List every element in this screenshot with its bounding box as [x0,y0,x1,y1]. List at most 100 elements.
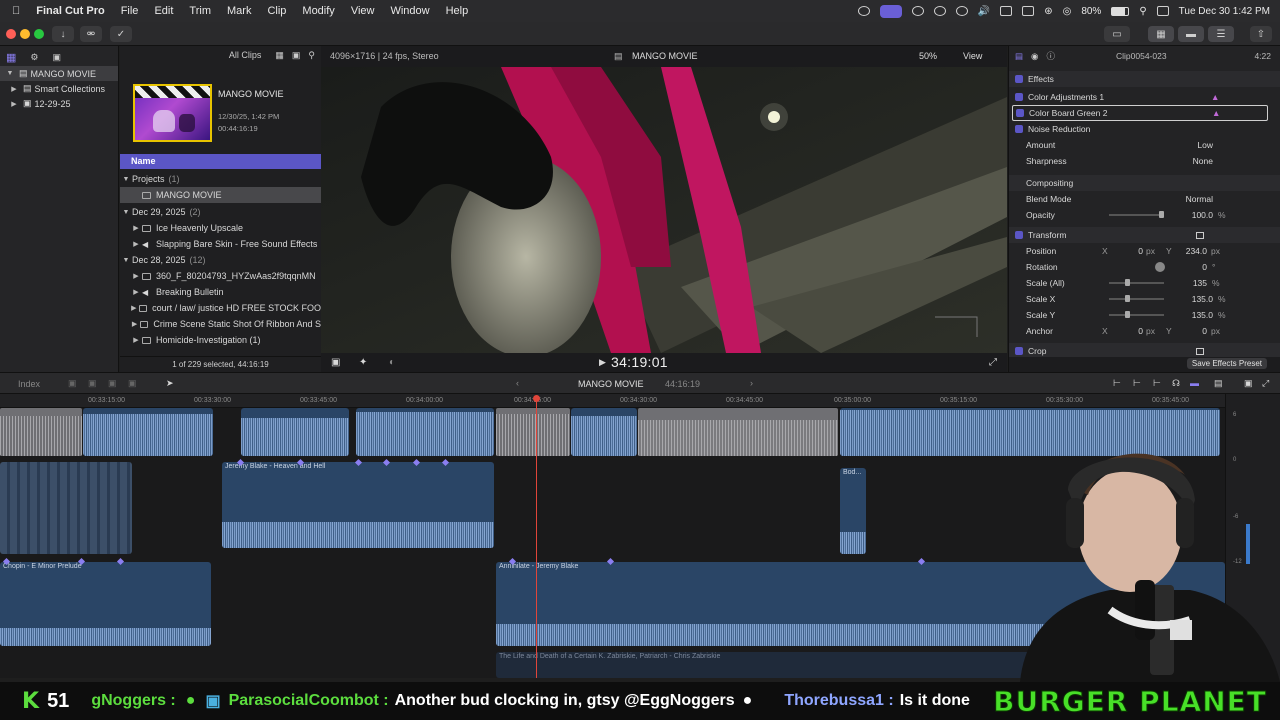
effect-checkbox[interactable] [1015,93,1023,101]
library-item-smart-collections[interactable]: ▶ ▤ Smart Collections [0,81,118,96]
storyline-clip[interactable] [638,408,838,456]
wifi-icon[interactable]: ◎ [1063,6,1072,17]
transform-section[interactable]: Transform [1009,227,1280,243]
opacity-slider[interactable] [1109,214,1164,216]
scale-y-value[interactable]: 135.0 [1179,310,1213,320]
layout-timeline-button[interactable]: ▬ [1178,26,1204,42]
menu-help[interactable]: Help [438,5,477,17]
clip-filter-menu[interactable]: All Clips [229,50,262,60]
share-window-button[interactable]: ▭ [1104,26,1130,42]
menu-mark[interactable]: Mark [219,5,259,17]
speed-icon[interactable]: ◐ [389,357,395,368]
overwrite-clip-icon[interactable]: ▣ [128,378,137,389]
back-arrow-icon[interactable]: ‹ [516,378,519,388]
rotation-dial[interactable] [1155,262,1165,272]
disclosure-open-icon[interactable]: ▼ [120,257,132,264]
video-inspector-icon[interactable]: ▤ [1015,51,1023,62]
insert-clip-icon[interactable]: ▣ [88,378,97,389]
zoom-button[interactable] [34,29,44,39]
disclosure-closed-icon[interactable]: ▶ [130,224,142,232]
select-tool-icon[interactable]: ➤ [166,378,174,389]
clip-appearance-icon[interactable]: ▤ [1214,378,1223,389]
layout-library-button[interactable]: ▦ [1148,26,1174,42]
view-menu[interactable]: View [963,51,982,61]
list-item[interactable]: ▶ Crime Scene Static Shot Of Ribbon And … [120,316,321,332]
storyline-clip[interactable] [496,408,570,456]
color-mask-icon[interactable]: ▲ [1211,92,1219,102]
anchor-y-value[interactable]: 0 [1177,326,1207,336]
list-item[interactable]: ▶ 360_F_80204793_HYZwAas2f9tqqnMN [120,268,321,284]
scale-x-value[interactable]: 135.0 [1179,294,1213,304]
transform-tool-icon[interactable]: ▣ [331,357,340,368]
disclosure-closed-icon[interactable]: ▶ [130,288,142,296]
project-thumbnail[interactable] [133,84,212,142]
disclosure-closed-icon[interactable]: ▶ [130,272,142,280]
library-item-event[interactable]: ▶ ▣ 12-29-25 [0,96,118,111]
list-item[interactable]: ▶ ◀ Breaking Bulletin [120,284,321,300]
scale-x-slider[interactable] [1109,298,1164,300]
search-icon[interactable]: ⚲ [308,50,315,61]
disclosure-closed-icon[interactable]: ▶ [8,85,20,93]
group-dec28[interactable]: ▼ Dec 28, 2025 (12) [120,252,321,268]
save-effects-preset-button[interactable]: Save Effects Preset [1186,358,1267,369]
menu-file[interactable]: File [113,5,147,17]
audio-skimming-icon[interactable]: ⊢ [1113,378,1121,389]
moon-icon[interactable] [933,6,946,16]
index-button[interactable]: Index [18,379,40,389]
effect-color-board[interactable]: Color Board Green 2 ▲ [1012,105,1268,121]
import-button[interactable]: ↓ [52,26,74,42]
disclosure-closed-icon[interactable]: ▶ [130,240,142,248]
connected-clip[interactable] [0,462,132,554]
effects-checkbox[interactable] [1015,75,1023,83]
play-icon[interactable] [955,6,968,16]
disclosure-open-icon[interactable]: ▼ [120,209,132,216]
sharpness-popup[interactable]: None [1179,156,1213,166]
snapping-icon[interactable]: ▬ [1190,378,1199,388]
video-frame[interactable] [321,67,1007,353]
storyline-clip[interactable] [83,408,213,456]
titles-icon[interactable]: ▣ [52,52,61,63]
disclosure-closed-icon[interactable]: ▶ [129,320,140,328]
display-icon[interactable] [1000,6,1013,16]
spotlight-icon[interactable]: ⚲ [1139,6,1146,17]
app-menu[interactable]: Final Cut Pro [28,5,112,17]
amount-popup[interactable]: Low [1179,140,1213,150]
volume-icon[interactable]: 🔊 [978,6,990,17]
transform-overlay-icon[interactable] [1196,231,1204,239]
clock[interactable]: Tue Dec 30 1:42 PM [1179,6,1270,17]
position-y-value[interactable]: 234.0 [1177,246,1207,256]
battery-icon[interactable] [1111,6,1130,16]
solo-icon[interactable]: ⊢ [1153,378,1161,389]
library-item-mango[interactable]: ▼ ▤ MANGO MOVIE [0,66,118,81]
scale-x-knob[interactable] [1125,295,1130,302]
menu-view[interactable]: View [343,5,383,17]
transform-checkbox[interactable] [1015,231,1023,239]
disclosure-closed-icon[interactable]: ▶ [8,100,20,108]
storyline-clip[interactable] [356,408,494,456]
screen-record-icon[interactable] [857,6,870,16]
timeline-ruler[interactable]: 00:33:15:00 00:33:30:00 00:33:45:00 00:3… [0,394,1225,408]
connect-clip-icon[interactable]: ▣ [68,378,77,389]
control-center-icon[interactable] [1156,6,1169,16]
menu-modify[interactable]: Modify [294,5,342,17]
scale-all-slider[interactable] [1109,282,1164,284]
position-x-value[interactable]: 0 [1119,246,1143,256]
storyline-clip[interactable] [0,408,82,456]
list-item[interactable]: ▶ court / law/ justice HD FREE STOCK FOO [120,300,321,316]
zoom-menu[interactable]: 50% [919,51,937,61]
compositing-section[interactable]: Compositing [1009,175,1280,191]
layout-inspector-button[interactable]: ☰ [1208,26,1234,42]
effect-checkbox[interactable] [1015,125,1023,133]
grid-icon[interactable] [911,6,924,16]
storyline-clip[interactable] [241,408,349,456]
group-dec29[interactable]: ▼ Dec 29, 2025 (2) [120,204,321,220]
minimize-button[interactable] [20,29,30,39]
append-clip-icon[interactable]: ▣ [108,378,117,389]
info-inspector-icon[interactable]: ⓘ [1046,50,1055,62]
filmstrip-icon[interactable]: ▦ [275,50,284,61]
timeline-index-icon[interactable]: ▣ [1244,378,1253,389]
color-inspector-icon[interactable]: ◉ [1031,51,1038,62]
color-board-icon[interactable]: ▲ [1212,108,1220,118]
audio-clip-heaven-and-hell[interactable]: Jeremy Blake - Heaven and Hell [222,462,494,548]
opacity-value[interactable]: 100.0 [1179,210,1213,220]
